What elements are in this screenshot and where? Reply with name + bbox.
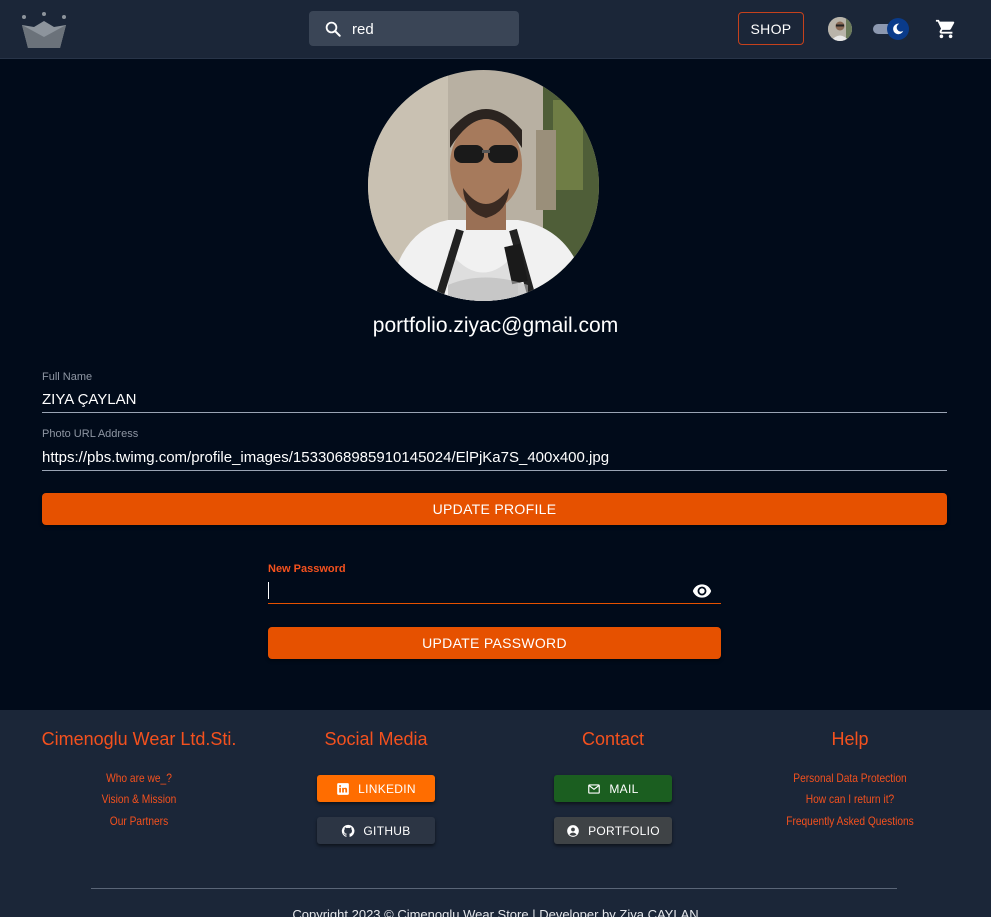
- linkedin-icon: [337, 782, 349, 795]
- portfolio-button[interactable]: PORTFOLIO: [554, 817, 672, 844]
- portfolio-label: PORTFOLIO: [588, 823, 660, 838]
- github-icon: [342, 824, 355, 837]
- footer-link-who-are-we[interactable]: Who are we_?: [54, 771, 224, 785]
- new-password-label: New Password: [268, 563, 346, 575]
- search-icon: [325, 21, 341, 37]
- top-navbar: red SHOP: [0, 0, 991, 59]
- footer-link-our-partners[interactable]: Our Partners: [54, 814, 224, 828]
- linkedin-label: LINKEDIN: [358, 781, 416, 796]
- footer-company-title: Cimenoglu Wear Ltd.Sti.: [41, 729, 237, 749]
- footer-link-faq[interactable]: Frequently Asked Questions: [765, 814, 935, 828]
- github-button[interactable]: GITHUB: [317, 817, 435, 844]
- photo-url-label: Photo URL Address: [42, 428, 139, 440]
- footer-divider: [91, 888, 897, 889]
- search-input[interactable]: red: [352, 21, 374, 38]
- footer-link-return[interactable]: How can I return it?: [765, 792, 935, 806]
- full-name-field[interactable]: Full Name ZIYA ÇAYLAN: [42, 371, 947, 413]
- new-password-underline: [268, 603, 721, 604]
- update-profile-button[interactable]: UPDATE PROFILE: [42, 493, 947, 525]
- copyright-text: Copyright 2023 © Cimenoglu Wear Store | …: [292, 907, 699, 917]
- footer-help-title: Help: [831, 729, 869, 749]
- photo-url-field[interactable]: Photo URL Address https://pbs.twimg.com/…: [42, 428, 947, 471]
- new-password-input[interactable]: [268, 582, 269, 599]
- full-name-label: Full Name: [42, 371, 93, 383]
- profile-photo: [368, 70, 599, 301]
- footer-contact-title: Contact: [581, 729, 645, 749]
- profile-email: portfolio.ziyac@gmail.com: [372, 314, 619, 337]
- theme-toggle-moon-icon: [887, 18, 909, 40]
- footer-social-title: Social Media: [324, 729, 428, 749]
- logo-icon[interactable]: [20, 11, 68, 51]
- search-box[interactable]: red: [309, 11, 519, 46]
- mail-button[interactable]: MAIL: [554, 775, 672, 802]
- mail-icon: [588, 783, 601, 794]
- avatar[interactable]: [828, 17, 852, 41]
- footer-link-data-protection[interactable]: Personal Data Protection: [765, 771, 935, 785]
- github-label: GITHUB: [363, 823, 411, 838]
- update-password-button[interactable]: UPDATE PASSWORD: [268, 627, 721, 659]
- photo-url-input[interactable]: https://pbs.twimg.com/profile_images/153…: [42, 449, 609, 466]
- cart-icon[interactable]: [935, 18, 957, 40]
- photo-url-underline: [42, 470, 947, 471]
- full-name-input[interactable]: ZIYA ÇAYLAN: [42, 391, 136, 408]
- account-circle-icon: [567, 824, 579, 837]
- shop-button[interactable]: SHOP: [738, 12, 804, 45]
- theme-toggle[interactable]: [871, 17, 911, 41]
- eye-icon[interactable]: [692, 583, 712, 599]
- full-name-underline: [42, 412, 947, 413]
- linkedin-button[interactable]: LINKEDIN: [317, 775, 435, 802]
- mail-label: MAIL: [609, 781, 639, 796]
- footer-link-vision-mission[interactable]: Vision & Mission: [54, 792, 224, 806]
